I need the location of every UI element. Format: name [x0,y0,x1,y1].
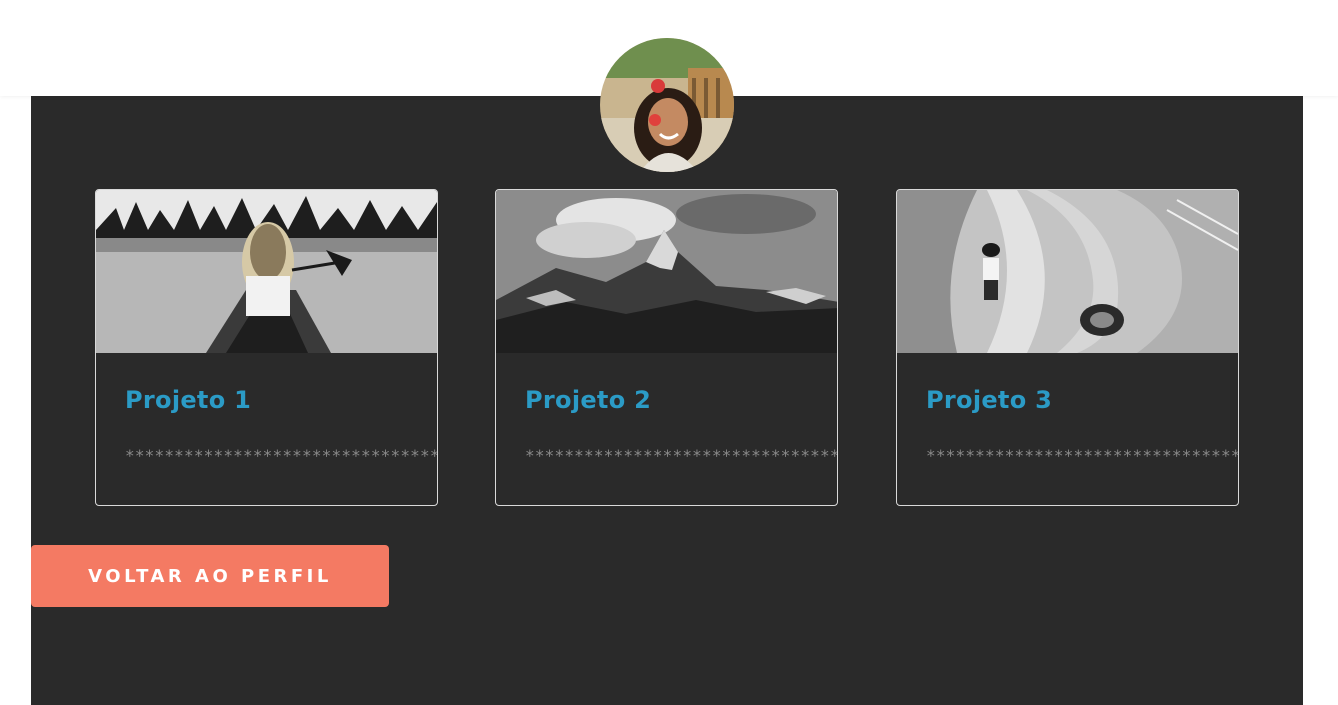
project-card-1[interactable]: Projeto 1 ******************************… [95,189,438,506]
project-description: *************************************** [525,446,837,465]
back-to-profile-button[interactable]: VOLTAR AO PERFIL [31,545,389,607]
spiral-staircase-photo-icon [897,190,1238,353]
canoe-lake-photo-icon [96,190,437,353]
project-title[interactable]: Projeto 3 [926,386,1052,414]
project-description: *************************************** [125,446,437,465]
project-card-2[interactable]: Projeto 2 ******************************… [495,189,838,506]
mountain-peak-photo-icon [496,190,837,353]
project-title[interactable]: Projeto 1 [125,386,251,414]
profile-avatar[interactable] [600,38,734,172]
project-description: *************************************** [926,446,1238,465]
avatar-photo-icon [600,38,734,172]
project-title[interactable]: Projeto 2 [525,386,651,414]
project-card-3[interactable]: Projeto 3 ******************************… [896,189,1239,506]
